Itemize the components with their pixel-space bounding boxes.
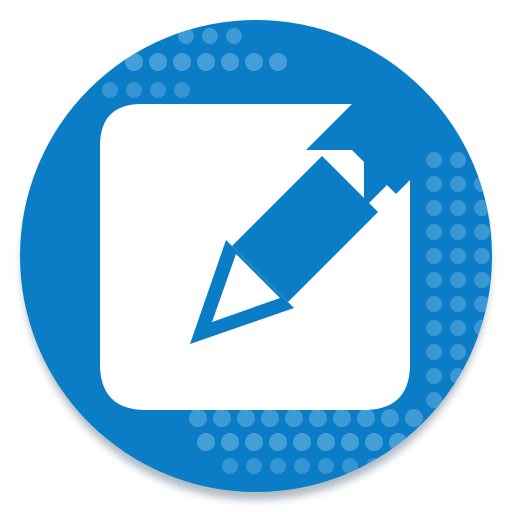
pattern-dot <box>189 409 207 427</box>
pattern-dot <box>474 152 490 168</box>
pattern-dot <box>474 176 490 192</box>
pattern-dot <box>474 392 490 408</box>
pattern-dot <box>149 53 167 71</box>
pattern-dot <box>270 458 286 474</box>
pattern-dot <box>474 272 490 288</box>
pattern-dot <box>341 433 359 451</box>
pattern-dot <box>222 458 238 474</box>
pattern-dot <box>450 272 466 288</box>
pattern-dot <box>294 458 310 474</box>
pattern-dot <box>426 152 442 168</box>
pattern-dot <box>450 176 466 192</box>
pattern-dot <box>174 82 190 98</box>
pattern-dot <box>245 53 263 71</box>
pattern-dot <box>226 28 242 44</box>
pattern-dot <box>450 224 466 240</box>
pattern-dot <box>245 433 263 451</box>
pattern-dot <box>405 409 423 427</box>
pattern-dot <box>450 392 466 408</box>
pattern-dot <box>450 344 466 360</box>
pattern-dot <box>426 344 442 360</box>
pattern-dot <box>474 368 490 384</box>
pattern-dot <box>173 53 191 71</box>
pattern-dot <box>125 53 143 71</box>
pattern-dot <box>269 53 287 71</box>
pattern-dot <box>333 409 351 427</box>
pattern-dot <box>261 409 279 427</box>
pattern-dot <box>237 409 255 427</box>
pattern-dot <box>474 248 490 264</box>
pattern-dot <box>450 296 466 312</box>
pattern-dot <box>221 53 239 71</box>
pattern-dot <box>221 433 239 451</box>
pattern-dot <box>426 224 442 240</box>
pattern-dot <box>426 320 442 336</box>
pattern-dot <box>357 409 375 427</box>
pattern-dot <box>197 433 215 451</box>
pattern-dot <box>474 296 490 312</box>
pattern-dot <box>426 200 442 216</box>
pattern-dot <box>126 82 142 98</box>
pattern-dot <box>426 272 442 288</box>
pattern-dot <box>474 344 490 360</box>
pattern-dot <box>474 200 490 216</box>
pattern-dot <box>213 409 231 427</box>
pattern-dot <box>426 296 442 312</box>
pattern-dot <box>474 224 490 240</box>
pattern-dot <box>309 409 327 427</box>
pattern-dot <box>202 28 218 44</box>
pattern-dot <box>317 433 335 451</box>
pattern-dot <box>246 458 262 474</box>
pattern-dot <box>474 320 490 336</box>
pattern-dot <box>293 433 311 451</box>
pattern-dot <box>426 176 442 192</box>
pattern-dot <box>318 458 334 474</box>
pattern-dot <box>450 200 466 216</box>
pattern-dot <box>197 53 215 71</box>
pattern-dot <box>365 433 383 451</box>
app-icon <box>20 20 492 500</box>
pattern-dot <box>450 320 466 336</box>
pattern-dot <box>426 368 442 384</box>
pattern-dot <box>150 82 166 98</box>
pattern-dot <box>178 28 194 44</box>
pattern-dot <box>102 82 118 98</box>
pattern-dot <box>285 409 303 427</box>
pattern-dot <box>450 152 466 168</box>
pattern-dot <box>381 409 399 427</box>
pattern-dot <box>450 248 466 264</box>
pattern-dot <box>426 248 442 264</box>
pattern-dot <box>269 433 287 451</box>
